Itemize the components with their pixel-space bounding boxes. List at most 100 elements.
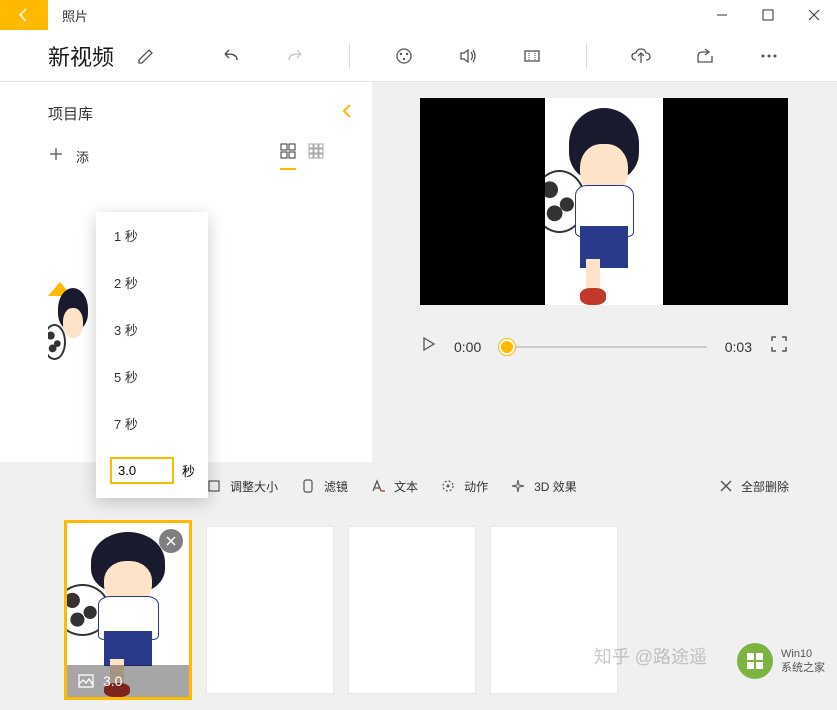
delete-all-label: 全部删除 xyxy=(741,478,789,495)
close-icon xyxy=(808,9,820,21)
aspect-icon xyxy=(522,46,542,66)
library-title: 项目库 xyxy=(48,103,338,124)
redo-icon xyxy=(285,46,305,66)
aspect-button[interactable] xyxy=(512,36,552,76)
undo-icon xyxy=(221,46,241,66)
undo-button[interactable] xyxy=(211,36,251,76)
filter-button[interactable]: 滤镜 xyxy=(300,478,348,495)
rename-button[interactable] xyxy=(126,36,166,76)
theme-button[interactable] xyxy=(384,36,424,76)
character-image xyxy=(48,282,98,402)
preview-panel: 0:00 0:03 xyxy=(372,82,837,462)
minimize-icon xyxy=(716,9,728,21)
plus-icon xyxy=(48,146,64,162)
toolbar: 新视频 xyxy=(0,30,837,82)
arrow-left-icon xyxy=(16,7,32,23)
grid-view-button[interactable] xyxy=(280,143,296,170)
more-button[interactable] xyxy=(749,36,789,76)
cloud-upload-icon xyxy=(630,45,652,67)
clip-remove-button[interactable] xyxy=(159,529,183,553)
zhihu-watermark: 知乎 @路途遥 xyxy=(594,643,707,669)
chevron-left-icon xyxy=(338,102,356,120)
grid-large-icon xyxy=(280,143,296,159)
cloud-button[interactable] xyxy=(621,36,661,76)
3d-effects-label: 3D 效果 xyxy=(534,478,577,495)
clip-footer: 3.0 xyxy=(67,665,189,697)
ellipsis-icon xyxy=(759,46,779,66)
duration-custom-input[interactable] xyxy=(110,457,174,484)
timeline: 3.0 xyxy=(0,510,837,710)
brand-line1: Win10 xyxy=(781,647,825,661)
delete-all-button[interactable]: 全部删除 xyxy=(719,478,789,495)
resize-label: 调整大小 xyxy=(230,478,278,495)
duration-option-5s[interactable]: 5 秒 xyxy=(96,353,208,400)
seek-bar[interactable] xyxy=(499,346,707,348)
library-thumbnail[interactable] xyxy=(48,282,98,402)
play-button[interactable] xyxy=(420,336,436,357)
duration-unit: 秒 xyxy=(182,461,195,480)
timeline-empty-slot[interactable] xyxy=(206,526,334,694)
titlebar: 照片 xyxy=(0,0,837,30)
sparkle-icon xyxy=(510,478,526,494)
3d-effects-button[interactable]: 3D 效果 xyxy=(510,478,577,495)
total-time: 0:03 xyxy=(725,339,752,355)
timeline-clip[interactable]: 3.0 xyxy=(64,520,192,700)
video-title: 新视频 xyxy=(48,40,114,72)
separator xyxy=(349,43,350,69)
redo-button[interactable] xyxy=(275,36,315,76)
filter-icon xyxy=(300,478,316,494)
add-row: 添 xyxy=(0,135,372,178)
separator xyxy=(586,43,587,69)
project-library-panel: 项目库 添 1 秒 2 秒 3 秒 5 秒 7 秒 xyxy=(0,82,372,462)
audio-button[interactable] xyxy=(448,36,488,76)
motion-icon xyxy=(440,478,456,494)
library-header: 项目库 xyxy=(0,82,372,135)
resize-button[interactable]: 调整大小 xyxy=(206,478,278,495)
fullscreen-button[interactable] xyxy=(770,335,788,358)
share-button[interactable] xyxy=(685,36,725,76)
collapse-button[interactable] xyxy=(338,102,356,125)
current-time: 0:00 xyxy=(454,339,481,355)
app-title: 照片 xyxy=(62,6,88,25)
image-icon xyxy=(77,672,95,690)
crop-icon xyxy=(206,478,222,494)
duration-option-3s[interactable]: 3 秒 xyxy=(96,306,208,353)
motion-label: 动作 xyxy=(464,478,488,495)
close-button[interactable] xyxy=(791,0,837,30)
text-icon xyxy=(370,478,386,494)
brand-logo xyxy=(737,643,773,679)
preview-image xyxy=(545,98,663,305)
fullscreen-icon xyxy=(770,335,788,353)
duration-option-1s[interactable]: 1 秒 xyxy=(96,212,208,259)
filter-label: 滤镜 xyxy=(324,478,348,495)
brand-watermark: Win10 系统之家 xyxy=(737,643,825,679)
timeline-empty-slot[interactable] xyxy=(348,526,476,694)
minimize-button[interactable] xyxy=(699,0,745,30)
x-icon xyxy=(719,479,733,493)
player-controls: 0:00 0:03 xyxy=(420,335,788,358)
duration-dropdown: 1 秒 2 秒 3 秒 5 秒 7 秒 秒 xyxy=(96,212,208,498)
palette-icon xyxy=(394,46,414,66)
motion-button[interactable]: 动作 xyxy=(440,478,488,495)
back-button[interactable] xyxy=(0,0,48,30)
grid-small-view-button[interactable] xyxy=(308,143,324,170)
close-icon xyxy=(166,536,176,546)
speaker-icon xyxy=(458,46,478,66)
clip-duration: 3.0 xyxy=(103,673,122,689)
windows-icon xyxy=(744,650,766,672)
duration-custom-row: 秒 xyxy=(96,447,208,498)
text-button[interactable]: 文本 xyxy=(370,478,418,495)
pencil-icon xyxy=(137,47,155,65)
seek-thumb[interactable] xyxy=(499,339,515,355)
play-icon xyxy=(420,336,436,352)
share-icon xyxy=(695,46,715,66)
window-controls xyxy=(699,0,837,30)
duration-option-7s[interactable]: 7 秒 xyxy=(96,400,208,447)
grid-small-icon xyxy=(308,143,324,159)
maximize-button[interactable] xyxy=(745,0,791,30)
main-area: 项目库 添 1 秒 2 秒 3 秒 5 秒 7 秒 xyxy=(0,82,837,462)
duration-option-2s[interactable]: 2 秒 xyxy=(96,259,208,306)
add-button[interactable] xyxy=(48,146,64,167)
text-label: 文本 xyxy=(394,478,418,495)
brand-line2: 系统之家 xyxy=(781,661,825,675)
